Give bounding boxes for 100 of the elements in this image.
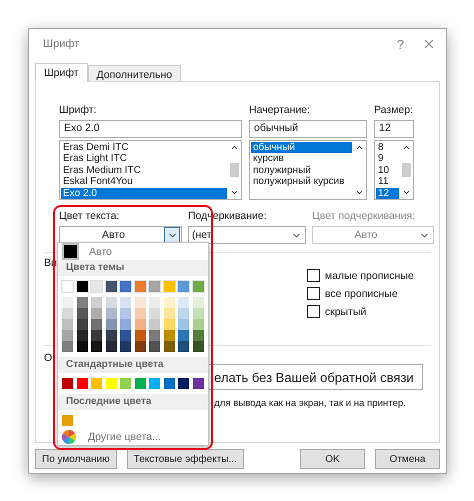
color-swatch[interactable] [91, 330, 102, 342]
scroll-up-icon[interactable] [355, 143, 364, 152]
color-swatch[interactable] [134, 308, 146, 320]
scroll-down-icon[interactable] [230, 188, 239, 197]
color-swatch[interactable] [76, 319, 88, 330]
scroll-down-icon[interactable] [355, 188, 364, 197]
menu-item[interactable]: Авто [89, 246, 112, 258]
color-swatch[interactable] [106, 330, 117, 342]
input-field[interactable]: 12 [374, 120, 414, 138]
color-swatch[interactable] [192, 281, 204, 292]
color-swatch[interactable] [134, 319, 146, 330]
color-swatch[interactable] [192, 341, 204, 352]
list-item[interactable]: курсив [251, 153, 352, 165]
color-swatch[interactable] [106, 281, 117, 292]
color-swatch[interactable] [164, 308, 175, 320]
tab[interactable]: Дополнительно [88, 65, 182, 81]
color-swatch[interactable] [192, 330, 204, 342]
color-swatch[interactable] [76, 341, 88, 352]
color-swatch[interactable] [178, 297, 190, 308]
color-swatch[interactable] [149, 319, 160, 330]
list-item[interactable]: Eras Light ITC [61, 153, 227, 165]
list-item[interactable]: полужирный [251, 164, 352, 176]
list-item[interactable]: 11 [376, 176, 399, 188]
color-swatch[interactable] [149, 281, 160, 292]
color-swatch[interactable] [134, 330, 146, 342]
scroll-up-icon[interactable] [402, 143, 411, 152]
list-item[interactable]: Exo 2.0 [61, 188, 227, 199]
color-swatch[interactable] [62, 297, 73, 308]
list-item[interactable]: 9 [376, 153, 399, 165]
color-swatch[interactable] [164, 319, 175, 330]
dialog-button[interactable]: По умолчанию [35, 449, 117, 469]
color-swatch[interactable] [120, 330, 132, 342]
list-item[interactable]: 12 [376, 188, 399, 199]
color-swatch[interactable] [178, 378, 190, 390]
color-swatch[interactable] [134, 378, 146, 390]
dialog-button[interactable]: Текстовые эффекты... [126, 449, 244, 469]
color-swatch[interactable] [62, 341, 73, 352]
color-swatch[interactable] [76, 378, 88, 390]
color-swatch[interactable] [62, 308, 73, 320]
color-swatch[interactable] [134, 341, 146, 352]
color-swatch[interactable] [149, 308, 160, 320]
color-swatch[interactable] [76, 308, 88, 320]
color-swatch[interactable] [164, 281, 175, 292]
color-swatch[interactable] [106, 297, 117, 308]
color-swatch[interactable] [106, 319, 117, 330]
scroll-thumb[interactable] [402, 163, 411, 177]
color-swatch[interactable] [164, 341, 175, 352]
list-item[interactable]: полужирный курсив [251, 176, 352, 188]
color-swatch[interactable] [192, 319, 204, 330]
color-swatch[interactable] [76, 297, 88, 308]
color-swatch[interactable] [192, 297, 204, 308]
menu-item[interactable]: Другие цвета... [88, 431, 161, 444]
color-swatch[interactable] [178, 330, 190, 342]
list-item[interactable]: Eskal Font4You [61, 176, 227, 188]
color-swatch[interactable] [164, 378, 175, 390]
color-swatch[interactable] [120, 341, 132, 352]
color-swatch[interactable] [178, 281, 190, 292]
color-swatch[interactable] [120, 319, 132, 330]
checkbox[interactable] [306, 287, 320, 300]
color-swatch[interactable] [192, 308, 204, 320]
color-swatch[interactable] [120, 281, 132, 292]
color-swatch[interactable] [149, 341, 160, 352]
color-swatch[interactable] [164, 330, 175, 342]
color-swatch[interactable] [120, 308, 132, 320]
list-item[interactable]: 8 [376, 142, 399, 154]
color-swatch[interactable] [192, 378, 204, 390]
list-item[interactable]: обычный [251, 142, 352, 154]
color-swatch[interactable] [62, 319, 73, 330]
color-swatch[interactable] [149, 297, 160, 308]
color-swatch[interactable] [62, 243, 79, 260]
list-item[interactable]: Eras Demi ITC [61, 142, 227, 154]
dialog-button[interactable]: OK [300, 449, 365, 469]
scroll-up-icon[interactable] [230, 143, 239, 152]
dropdown[interactable]: (нет [188, 226, 306, 244]
scroll-down-icon[interactable] [402, 188, 411, 197]
color-swatch[interactable] [149, 330, 160, 342]
color-swatch[interactable] [106, 341, 117, 352]
color-swatch[interactable] [91, 378, 102, 390]
color-swatch[interactable] [62, 330, 73, 342]
dialog-button[interactable]: Отмена [375, 449, 440, 469]
dropdown-button[interactable] [164, 227, 180, 243]
color-swatch[interactable] [62, 415, 73, 426]
color-swatch[interactable] [120, 378, 132, 390]
input-field[interactable]: обычный [249, 120, 367, 138]
color-swatch[interactable] [164, 297, 175, 308]
color-swatch[interactable] [91, 341, 102, 352]
close-icon[interactable] [422, 37, 436, 51]
tab[interactable]: Шрифт [35, 63, 88, 82]
color-swatch[interactable] [76, 330, 88, 342]
list-box[interactable]: обычный курсив полужирный полужирный курсив [249, 140, 367, 200]
color-swatch[interactable] [178, 308, 190, 320]
color-swatch[interactable] [91, 297, 102, 308]
color-swatch[interactable] [134, 281, 146, 292]
color-swatch[interactable] [120, 297, 132, 308]
list-item[interactable]: 10 [376, 164, 399, 176]
color-swatch[interactable] [62, 378, 73, 390]
color-swatch[interactable] [178, 341, 190, 352]
checkbox[interactable] [306, 305, 320, 318]
list-box[interactable]: Eras Demi ITC Eras Light ITC Eras Medium ITC Eskal Font4You Exo 2.0 [59, 140, 242, 200]
color-swatch[interactable] [91, 319, 102, 330]
